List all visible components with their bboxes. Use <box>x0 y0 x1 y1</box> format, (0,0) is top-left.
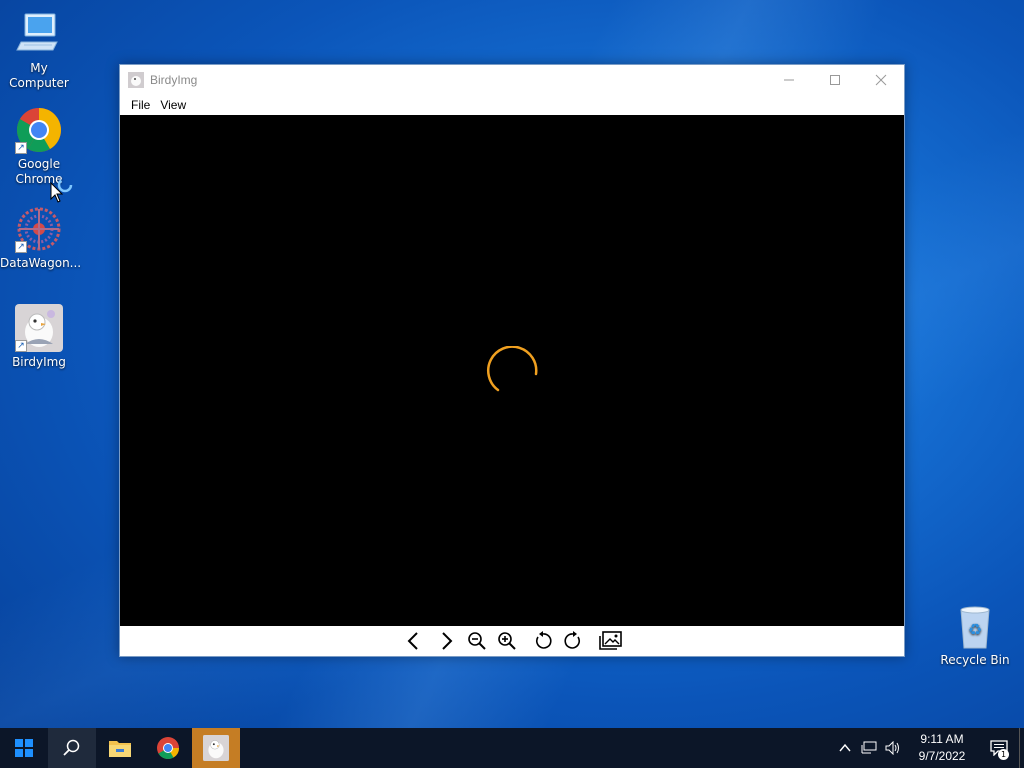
chevron-right-icon <box>442 632 453 650</box>
search-button[interactable] <box>48 728 96 768</box>
menu-file[interactable]: File <box>126 98 155 112</box>
desktop-icon-birdyimg[interactable]: ↗ BirdyImg <box>0 304 78 370</box>
minimize-button[interactable] <box>766 65 812 95</box>
viewer-toolbar <box>120 626 904 656</box>
system-tray: 9:11 AM 9/7/2022 1 <box>833 728 1024 768</box>
menu-view[interactable]: View <box>155 98 191 112</box>
desktop-icon-label: BirdyImg <box>12 355 66 369</box>
desktop-icon-datawagon[interactable]: ↗ DataWagon... <box>0 205 82 271</box>
loading-spinner-icon <box>487 346 538 392</box>
image-viewer-canvas[interactable] <box>120 115 904 626</box>
windows-logo-icon <box>15 739 33 757</box>
taskbar-birdyimg[interactable] <box>192 728 240 768</box>
desktop-icon-my-computer[interactable]: My Computer <box>0 10 78 91</box>
desktop-icon-label: My Computer <box>9 61 69 90</box>
action-center-button[interactable]: 1 <box>979 728 1019 768</box>
speaker-icon <box>885 741 899 755</box>
maximize-icon <box>830 75 840 85</box>
rotate-right-button[interactable] <box>558 627 588 655</box>
desktop-icon-recycle-bin[interactable]: ♻ Recycle Bin <box>936 602 1014 668</box>
previous-image-button[interactable] <box>398 627 430 655</box>
volume-button[interactable] <box>881 728 905 768</box>
minimize-icon <box>784 79 794 81</box>
chevron-up-icon <box>839 743 851 752</box>
taskbar-file-explorer[interactable] <box>96 728 144 768</box>
window-title: BirdyImg <box>150 73 198 87</box>
maximize-button[interactable] <box>812 65 858 95</box>
search-icon <box>63 739 80 756</box>
birdyimg-window[interactable]: BirdyImg File View <box>119 64 905 657</box>
recycle-bin-icon: ♻ <box>951 602 999 650</box>
rotate-left-icon <box>535 631 552 649</box>
clock-time: 9:11 AM <box>920 732 964 746</box>
shortcut-arrow-icon: ↗ <box>15 142 27 154</box>
network-button[interactable] <box>857 728 881 768</box>
birdyimg-icon <box>203 735 229 761</box>
shortcut-arrow-icon: ↗ <box>15 340 27 352</box>
chrome-icon <box>157 737 179 759</box>
desktop-icon-label: Recycle Bin <box>940 653 1010 667</box>
svg-text:♻: ♻ <box>968 620 982 639</box>
chrome-icon: ↗ <box>15 106 63 154</box>
zoom-in-icon <box>498 632 516 650</box>
taskbar-clock[interactable]: 9:11 AM 9/7/2022 <box>909 731 975 765</box>
chevron-left-icon <box>407 632 418 650</box>
close-button[interactable] <box>858 65 904 95</box>
window-titlebar[interactable]: BirdyImg <box>120 65 904 95</box>
show-desktop-button[interactable] <box>1019 728 1024 768</box>
busy-cursor-icon <box>57 177 73 193</box>
rotate-right-icon <box>564 631 581 649</box>
folder-icon <box>109 741 131 757</box>
next-image-button[interactable] <box>430 627 462 655</box>
taskbar-chrome[interactable] <box>144 728 192 768</box>
gallery-button[interactable] <box>594 627 626 655</box>
network-icon <box>861 741 877 754</box>
rotate-left-button[interactable] <box>528 627 558 655</box>
menu-bar: File View <box>120 95 904 115</box>
start-button[interactable] <box>0 728 48 768</box>
desktop-icon-google-chrome[interactable]: ↗ Google Chrome <box>0 106 78 187</box>
zoom-out-icon <box>468 632 486 650</box>
notification-count-badge: 1 <box>998 749 1009 760</box>
shortcut-arrow-icon: ↗ <box>15 241 27 253</box>
desktop-icon-label: DataWagon... <box>0 256 82 270</box>
app-icon <box>128 72 144 88</box>
computer-icon <box>15 10 63 58</box>
birdyimg-icon: ↗ <box>15 304 63 352</box>
show-hidden-icons-button[interactable] <box>833 728 857 768</box>
close-icon <box>875 74 887 86</box>
gallery-icon <box>599 631 622 650</box>
taskbar: 9:11 AM 9/7/2022 1 <box>0 728 1024 768</box>
clock-date: 9/7/2022 <box>918 749 966 763</box>
zoom-in-button[interactable] <box>492 627 522 655</box>
datawagon-icon: ↗ <box>15 205 63 253</box>
zoom-out-button[interactable] <box>462 627 492 655</box>
